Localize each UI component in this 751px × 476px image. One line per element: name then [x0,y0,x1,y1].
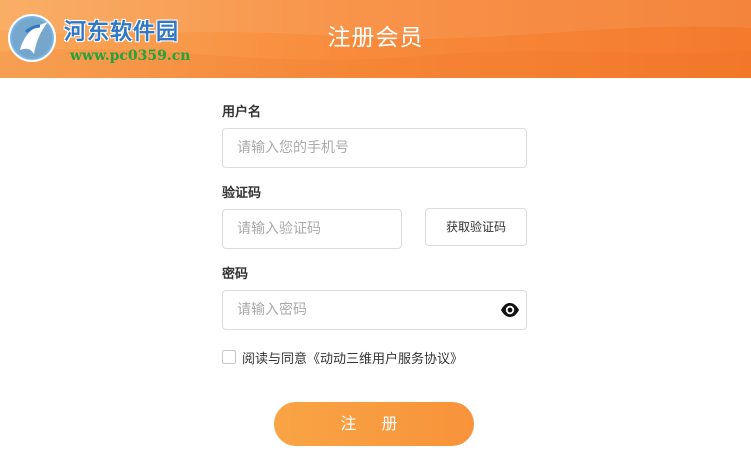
register-button[interactable]: 注 册 [274,402,474,446]
code-field-box [222,209,402,249]
password-input[interactable] [223,291,526,329]
eye-icon[interactable] [500,301,520,319]
watermark-name: 河东软件园 [64,19,180,45]
password-label: 密码 [222,267,249,282]
username-input[interactable] [223,129,526,167]
agreement-checkbox[interactable] [222,350,236,364]
code-label: 验证码 [222,186,262,201]
agreement-link[interactable]: 《动动三维用户服务协议》 [307,348,463,367]
watermark: 河东软件园 www.pc0359.cn [6,8,226,68]
password-field-box [222,290,527,330]
watermark-url: www.pc0359.cn [70,48,191,64]
agreement-prefix: 阅读与同意 [242,351,308,367]
username-field-box [222,128,527,168]
watermark-logo-icon [8,14,56,62]
username-label: 用户名 [222,105,262,120]
agreement-row: 阅读与同意 《动动三维用户服务协议》 [222,348,463,367]
get-code-button[interactable]: 获取验证码 [425,208,527,246]
code-input[interactable] [223,210,401,248]
